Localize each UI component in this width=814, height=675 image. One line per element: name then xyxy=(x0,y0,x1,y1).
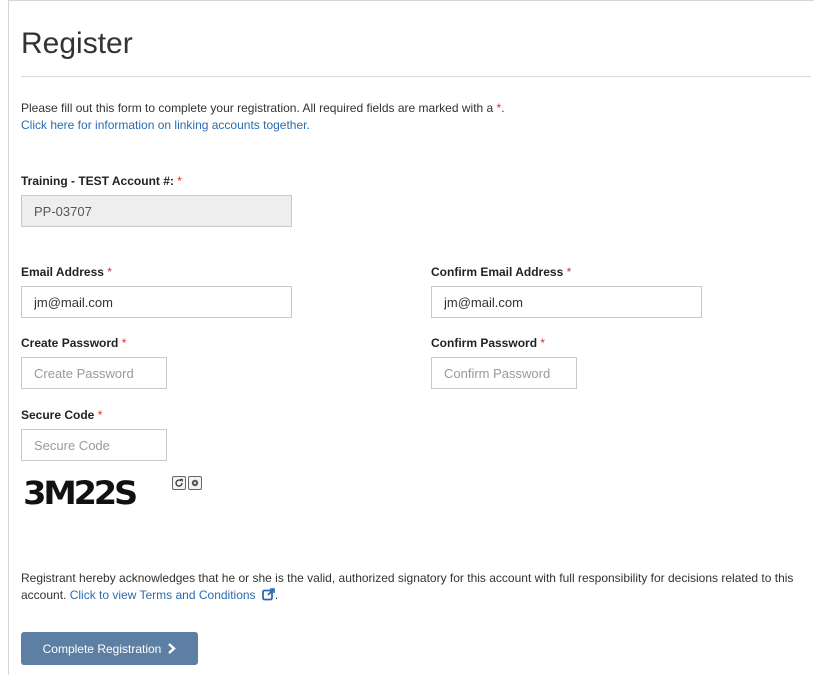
confirm-email-label: Confirm Email Address * xyxy=(431,264,571,280)
confirm-email-label-text: Confirm Email Address xyxy=(431,265,564,279)
password-label: Create Password * xyxy=(21,335,126,351)
linking-accounts-link[interactable]: Click here for information on linking ac… xyxy=(21,118,310,132)
account-label: Training - TEST Account #: * xyxy=(21,173,182,189)
intro-period: . xyxy=(501,101,505,115)
chevron-right-icon xyxy=(168,643,177,654)
email-field[interactable] xyxy=(21,286,292,318)
refresh-icon[interactable] xyxy=(172,476,186,490)
terms-period: . xyxy=(274,588,279,602)
intro-text: Please fill out this form to complete yo… xyxy=(21,100,801,134)
password-label-text: Create Password xyxy=(21,336,119,350)
confirm-password-required-marker: * xyxy=(540,336,546,350)
title-divider xyxy=(21,76,811,77)
account-number-field[interactable] xyxy=(21,195,292,227)
terms-text: Registrant hereby acknowledges that he o… xyxy=(21,570,811,604)
confirm-email-required-marker: * xyxy=(566,265,572,279)
password-required-marker: * xyxy=(121,336,127,350)
external-link-icon xyxy=(262,588,275,601)
account-required-marker: * xyxy=(177,174,182,188)
secure-code-label-text: Secure Code xyxy=(21,408,95,422)
audio-icon[interactable] xyxy=(188,476,202,490)
secure-code-field[interactable] xyxy=(21,429,167,461)
secure-code-required-marker: * xyxy=(97,408,103,422)
email-label-text: Email Address xyxy=(21,265,104,279)
confirm-email-field[interactable] xyxy=(431,286,702,318)
page-title: Register xyxy=(21,27,133,60)
terms-link-text: Click to view Terms and Conditions xyxy=(69,588,256,602)
captcha-image: 3M22S xyxy=(21,470,161,510)
email-label: Email Address * xyxy=(21,264,112,280)
frame-top-border xyxy=(8,0,814,1)
secure-code-label: Secure Code * xyxy=(21,407,102,423)
complete-registration-button[interactable]: Complete Registration xyxy=(21,632,198,665)
confirm-password-label-text: Confirm Password xyxy=(431,336,538,350)
intro-sentence: Please fill out this form to complete yo… xyxy=(21,101,497,115)
complete-registration-label: Complete Registration xyxy=(42,641,162,656)
terms-link[interactable]: Click to view Terms and Conditions xyxy=(70,588,275,602)
create-password-field[interactable] xyxy=(21,357,167,389)
confirm-password-field[interactable] xyxy=(431,357,577,389)
account-label-text: Training - TEST Account #: xyxy=(21,174,174,188)
frame-left-border xyxy=(8,0,9,675)
captcha-text: 3M22S xyxy=(23,475,136,510)
confirm-password-label: Confirm Password * xyxy=(431,335,545,351)
email-required-marker: * xyxy=(107,265,112,279)
